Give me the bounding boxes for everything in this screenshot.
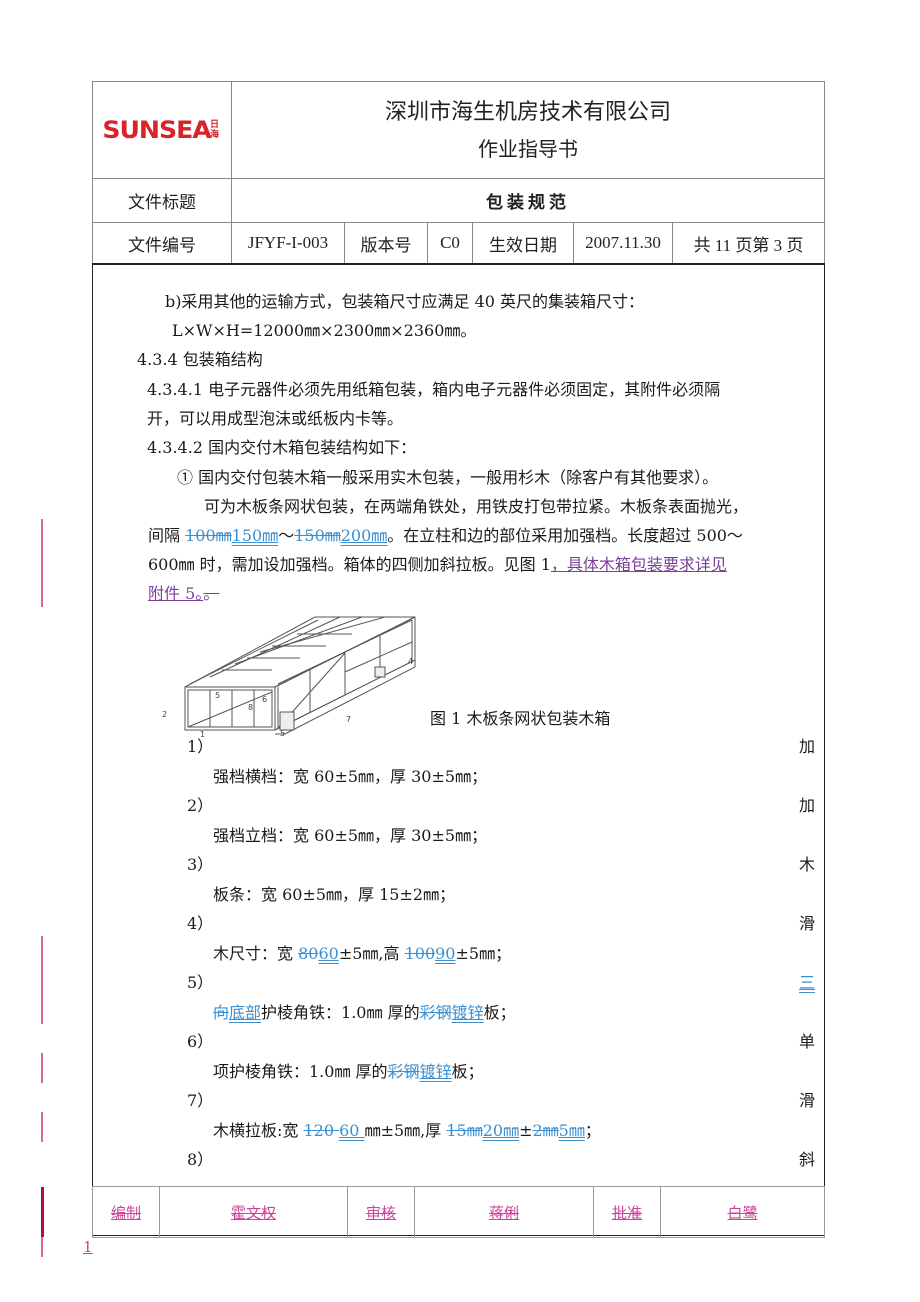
inserted-text: 60 (339, 1121, 365, 1140)
item-wrap-char: 三 (798, 973, 815, 992)
paragraph: 4.3.4.1 电子元器件必须先用纸箱包装，箱内电子元器件必须固定，其附件必须隔 (147, 380, 721, 399)
deleted-text: 彩钢 (387, 1062, 420, 1081)
figure-label-8: 8 (248, 703, 253, 712)
inserted-text: 镀锌 (419, 1062, 452, 1081)
inserted-text: 镀锌 (451, 1003, 484, 1022)
logo-cell: SUNSEA 日 海 (92, 81, 232, 179)
inserted-text: 200㎜ (340, 526, 388, 545)
prepared-by-name: 霍文权 (159, 1186, 348, 1238)
deleted-text: 。 (203, 584, 220, 603)
reviewed-by-name: 蒋俐 (414, 1186, 594, 1238)
doc-no-value: JFYF-I-003 (231, 222, 345, 265)
attachment-link[interactable]: ，具体木箱包装要求详见 (551, 555, 727, 574)
item-text: 板条：宽 60±5㎜，厚 15±2㎜； (213, 885, 456, 904)
effective-date-label: 生效日期 (472, 222, 574, 265)
revision-change-bar (41, 1237, 43, 1257)
inserted-text: 150㎜ (231, 526, 279, 545)
revision-change-bar (41, 936, 43, 1024)
item-number: 7） (187, 1091, 214, 1110)
item-text: 强档横档：宽 60±5㎜，厚 30±5㎜； (213, 767, 488, 786)
deleted-text: 100 (404, 944, 436, 963)
figure-label-3: 5 (215, 691, 220, 700)
figure-label-5: 5 (280, 729, 285, 737)
item-number: 1） (187, 737, 214, 756)
deleted-text: 彩钢 (419, 1003, 452, 1022)
deleted-text: 15㎜ (446, 1121, 483, 1140)
item-number: 5） (187, 973, 214, 992)
inserted-text: 90 (435, 944, 456, 963)
company-logo: SUNSEA 日 海 (102, 116, 220, 144)
document-type: 作业指导书 (478, 137, 578, 161)
inserted-text: 5㎜ (558, 1121, 585, 1140)
figure-label-2: 2 (162, 710, 167, 719)
prepared-by-label: 编制 (92, 1186, 160, 1238)
approved-by-name: 白鹭 (660, 1186, 825, 1238)
item-wrap-char: 加 (798, 796, 815, 815)
item-number: 6） (187, 1032, 214, 1051)
revision-change-bar (41, 1187, 44, 1237)
title-cell: 深圳市海生机房技术有限公司 作业指导书 (231, 81, 825, 179)
document-title: 包装规范 (231, 178, 825, 223)
deleted-text: 150㎜ (294, 526, 341, 545)
deleted-text: 120 (303, 1121, 340, 1140)
item-text: 项护棱角铁：1.0㎜ 厚的彩钢镀锌板； (213, 1062, 484, 1081)
paragraph-with-revisions: 间隔 100㎜150㎜～150㎜200㎜。在立柱和边的部位采用加强档。长度超过 … (148, 526, 743, 545)
figure-label-7: 7 (346, 715, 351, 724)
front-diagonal-brace (187, 691, 273, 728)
item-text: 向底部护棱角铁：1.0㎜ 厚的彩钢镀锌板； (213, 1003, 516, 1022)
item-number: 3） (187, 855, 214, 874)
effective-date-value: 2007.11.30 (573, 222, 673, 265)
version-label: 版本号 (344, 222, 428, 265)
inserted-text: 60 (318, 944, 339, 963)
company-name: 深圳市海生机房技术有限公司 (384, 100, 671, 125)
page-number: 1 (83, 1238, 93, 1256)
logo-text: SUNSEA (102, 116, 211, 144)
attachment-link[interactable]: 附件 5。 (148, 584, 203, 603)
paragraph: 600㎜ 时，需加设加强档。箱体的四侧加斜拉板。见图 1，具体木箱包装要求详见 (148, 555, 727, 574)
item-wrap-char: 木 (798, 855, 815, 874)
item-number: 8） (187, 1150, 214, 1169)
item-wrap-char: 斜 (798, 1150, 815, 1169)
item-text: 木尺寸：宽 8060±5㎜,高 10090±5㎜； (213, 944, 512, 963)
inserted-text: 底部 (229, 1003, 262, 1022)
deleted-text: 向 (213, 1003, 230, 1022)
revision-change-bar (41, 1112, 43, 1142)
revision-change-bar (41, 1053, 43, 1083)
section-heading: 4.3.4.2 国内交付木箱包装结构如下： (147, 438, 417, 457)
paragraph: 可为木板条网状包装，在两端角铁处，用铁皮打包带拉紧。木板条表面抛光， (204, 497, 749, 516)
paragraph: L×W×H=12000㎜×2300㎜×2360㎜。 (172, 321, 477, 340)
paragraph: 开，可以用成型泡沫或纸板内卡等。 (147, 409, 404, 428)
revision-change-bar (41, 519, 43, 607)
deleted-text: 100㎜ (185, 526, 232, 545)
section-heading: 4.3.4 包装箱结构 (137, 350, 263, 369)
item-text: 木横拉板:宽 120 60 ㎜±5㎜,厚 15㎜20㎜±2㎜5㎜； (213, 1121, 601, 1140)
logo-cn: 日 海 (210, 120, 220, 140)
signature-table: 编制 霍文权 审核 蒋俐 批准 白鹭 (92, 1186, 825, 1238)
reviewed-by-label: 审核 (347, 1186, 415, 1238)
deleted-text: 80 (298, 944, 319, 963)
paragraph: 附件 5。。 (148, 582, 219, 606)
item-wrap-char: 滑 (798, 914, 815, 933)
version-value: C0 (427, 222, 473, 265)
item-text: 强档立档：宽 60±5㎜，厚 30±5㎜； (213, 826, 488, 845)
header-table: SUNSEA 日 海 深圳市海生机房技术有限公司 作业指导书 文件标题 包装规范… (92, 81, 825, 265)
doc-no-label: 文件编号 (92, 222, 232, 265)
item-number: 4） (187, 914, 214, 933)
figure-label-6: 6 (262, 695, 267, 704)
paragraph: ① 国内交付包装木箱一般采用实木包装，一般用杉木（除客户有其他要求）。 (177, 468, 719, 487)
page-count: 共 11 页第 3 页 (672, 222, 825, 265)
item-wrap-char: 单 (798, 1032, 815, 1051)
crate-diagram: 2 1 5 8 6 5 7 4 (162, 616, 416, 737)
title-label: 文件标题 (92, 178, 232, 223)
figure-caption: 图 1 木板条网状包装木箱 (430, 709, 611, 728)
paragraph: b)采用其他的运输方式，包装箱尺寸应满足 40 英尺的集装箱尺寸： (165, 292, 645, 311)
deleted-text: 2㎜ (532, 1121, 559, 1140)
item-number: 2） (187, 796, 214, 815)
inserted-text: 20㎜ (482, 1121, 520, 1140)
approved-by-label: 批准 (593, 1186, 661, 1238)
crate-front-face (184, 686, 276, 731)
item-wrap-char: 滑 (798, 1091, 815, 1110)
item-wrap-char: 加 (798, 737, 815, 756)
figure-label-4: 4 (408, 657, 413, 666)
